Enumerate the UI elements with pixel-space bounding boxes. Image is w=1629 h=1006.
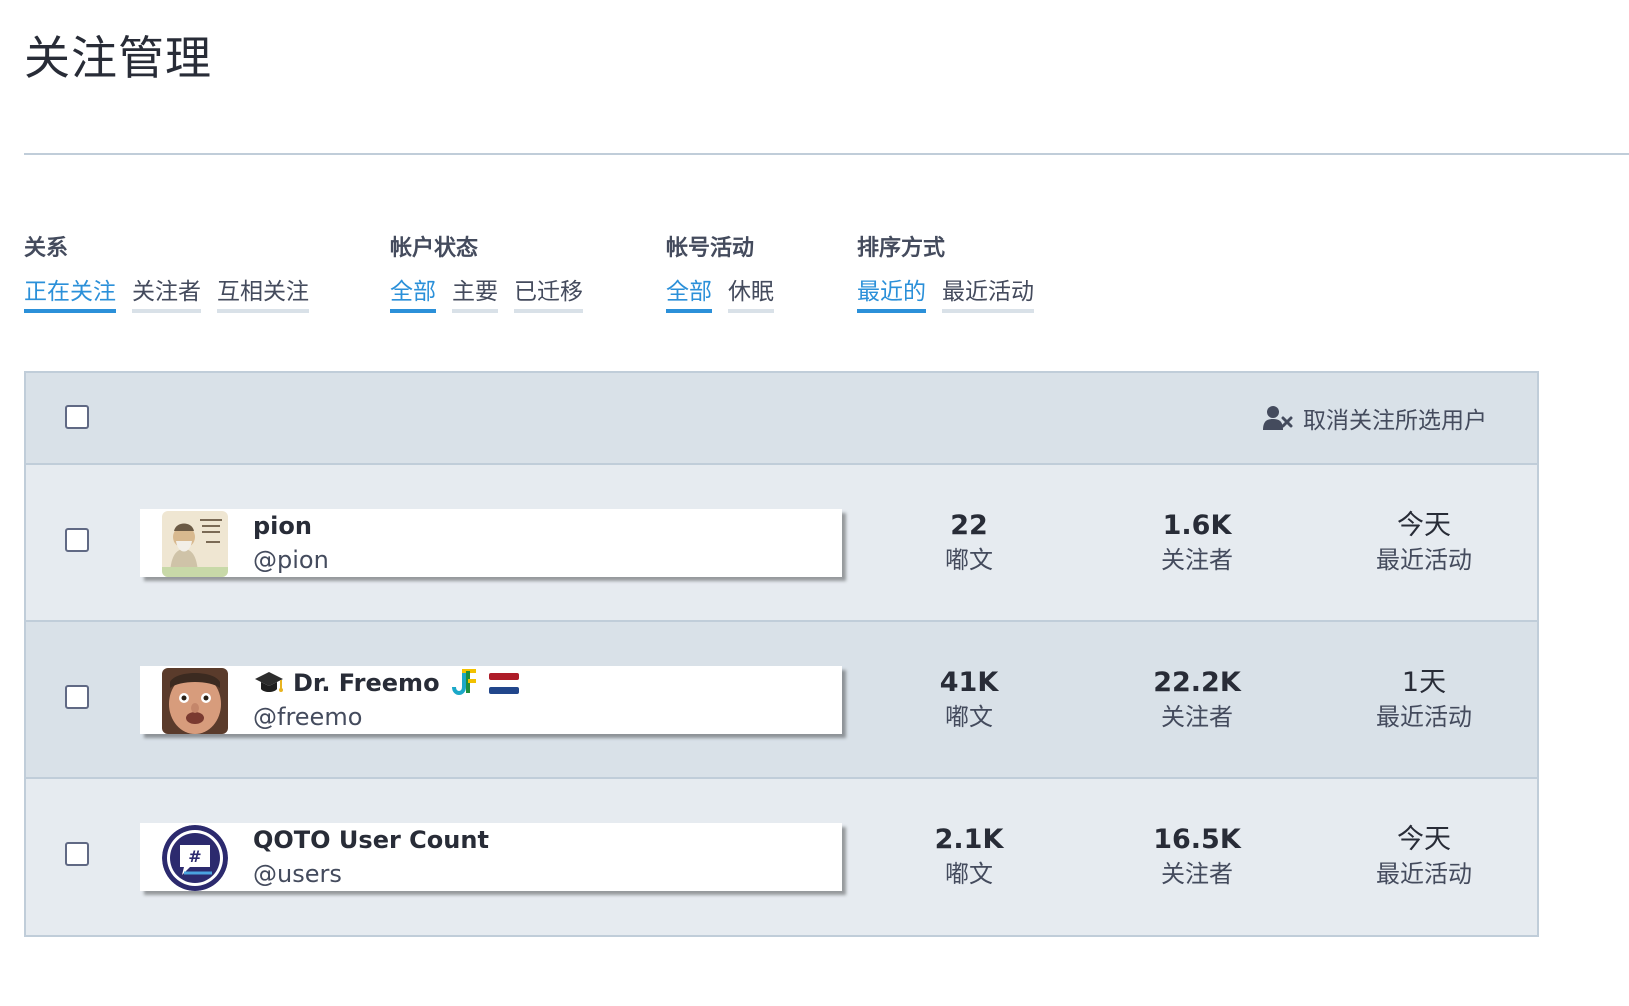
posts-count: 2.1K [934, 824, 1004, 855]
posts-label: 嘟文 [945, 546, 993, 574]
filter-group-activity: 帐号活动 全部 休眠 [666, 232, 774, 313]
graduation-cap-icon [255, 672, 283, 692]
filter-group-account-status: 帐户状态 全部 主要 已迁移 [390, 232, 583, 313]
last-active-label: 最近活动 [1376, 703, 1472, 731]
filter-option-following[interactable]: 正在关注 [24, 278, 116, 313]
avatar[interactable] [162, 668, 228, 734]
filter-label: 帐号活动 [666, 236, 755, 261]
filter-group-order: 排序方式 最近的 最近活动 [857, 232, 1034, 313]
activity-stat: 今天 最近活动 [1344, 509, 1504, 577]
followers-stat: 22.2K 关注者 [1117, 666, 1277, 734]
posts-label: 嘟文 [945, 860, 993, 888]
filter-option-followers[interactable]: 关注者 [132, 278, 201, 313]
account-card[interactable]: # QOTO User Count @users [140, 823, 842, 891]
row-checkbox[interactable] [65, 685, 89, 709]
confucius-quote-avatar-icon [162, 511, 228, 577]
posts-count: 41K [939, 667, 999, 698]
hashtag-chat-avatar-icon: # [162, 825, 228, 891]
posts-stat: 22 嘟文 [889, 509, 1049, 577]
accounts-table: 取消关注所选用户 pion @pion 22 嘟文 1.6K 关注者 今天 最近… [24, 371, 1539, 937]
row-checkbox[interactable] [65, 528, 89, 552]
posts-label: 嘟文 [945, 703, 993, 731]
last-active-value: 1天 [1401, 667, 1447, 698]
filter-group-relationship: 关系 正在关注 关注者 互相关注 [24, 232, 309, 313]
unfollow-selected-button[interactable]: 取消关注所选用户 [1263, 401, 1487, 435]
last-active-value: 今天 [1397, 510, 1451, 541]
followers-stat: 1.6K 关注者 [1117, 509, 1277, 577]
filter-label: 帐户状态 [390, 236, 479, 261]
followers-count: 1.6K [1162, 510, 1232, 541]
posts-stat: 41K 嘟文 [889, 666, 1049, 734]
filter-option-last-active[interactable]: 最近活动 [942, 278, 1034, 313]
table-row: pion @pion 22 嘟文 1.6K 关注者 今天 最近活动 [26, 465, 1537, 622]
display-name: Dr. Freemo [253, 666, 520, 700]
table-row: # QOTO User Count @users 2.1K 嘟文 16.5K 关… [26, 779, 1537, 933]
posts-count: 22 [950, 510, 988, 541]
avatar[interactable] [162, 511, 228, 577]
account-card[interactable]: Dr. Freemo @freemo [140, 666, 842, 734]
filter-option-dormant[interactable]: 休眠 [728, 278, 774, 313]
last-active-value: 今天 [1397, 824, 1451, 855]
unfollow-selected-label: 取消关注所选用户 [1303, 408, 1487, 434]
face-photo-avatar-icon [162, 668, 228, 734]
jf-logo-icon [451, 669, 476, 695]
select-all-checkbox[interactable] [65, 405, 89, 429]
svg-text:#: # [188, 847, 201, 866]
account-handle: @pion [253, 546, 329, 574]
followers-label: 关注者 [1161, 546, 1233, 574]
account-handle: @users [253, 860, 342, 888]
netherlands-flag-icon [488, 673, 519, 694]
page-title: 关注管理 [24, 31, 212, 85]
last-active-label: 最近活动 [1376, 546, 1472, 574]
row-checkbox[interactable] [65, 842, 89, 866]
table-header: 取消关注所选用户 [26, 373, 1537, 465]
posts-stat: 2.1K 嘟文 [889, 823, 1049, 891]
filter-option-all-activity[interactable]: 全部 [666, 278, 712, 313]
filter-label: 关系 [24, 236, 69, 261]
filter-option-mutual[interactable]: 互相关注 [217, 278, 309, 313]
filter-option-moved[interactable]: 已迁移 [514, 278, 583, 313]
activity-stat: 今天 最近活动 [1344, 823, 1504, 891]
account-handle: @freemo [253, 703, 363, 731]
filter-option-all-status[interactable]: 全部 [390, 278, 436, 313]
followers-stat: 16.5K 关注者 [1117, 823, 1277, 891]
title-divider [24, 153, 1629, 155]
filter-option-primary[interactable]: 主要 [452, 278, 498, 313]
table-row: Dr. Freemo @freemo 41K 嘟文 22.2K 关注者 1天 最… [26, 622, 1537, 779]
activity-stat: 1天 最近活动 [1344, 666, 1504, 734]
followers-label: 关注者 [1161, 703, 1233, 731]
avatar[interactable]: # [162, 825, 228, 891]
followers-label: 关注者 [1161, 860, 1233, 888]
last-active-label: 最近活动 [1376, 860, 1472, 888]
filter-option-recent[interactable]: 最近的 [857, 278, 926, 313]
filter-label: 排序方式 [857, 236, 946, 261]
followers-count: 22.2K [1153, 667, 1241, 698]
followers-count: 16.5K [1153, 824, 1241, 855]
display-name: pion [253, 512, 312, 540]
display-name: QOTO User Count [253, 826, 489, 854]
account-card[interactable]: pion @pion [140, 509, 842, 577]
user-times-icon [1263, 406, 1293, 430]
